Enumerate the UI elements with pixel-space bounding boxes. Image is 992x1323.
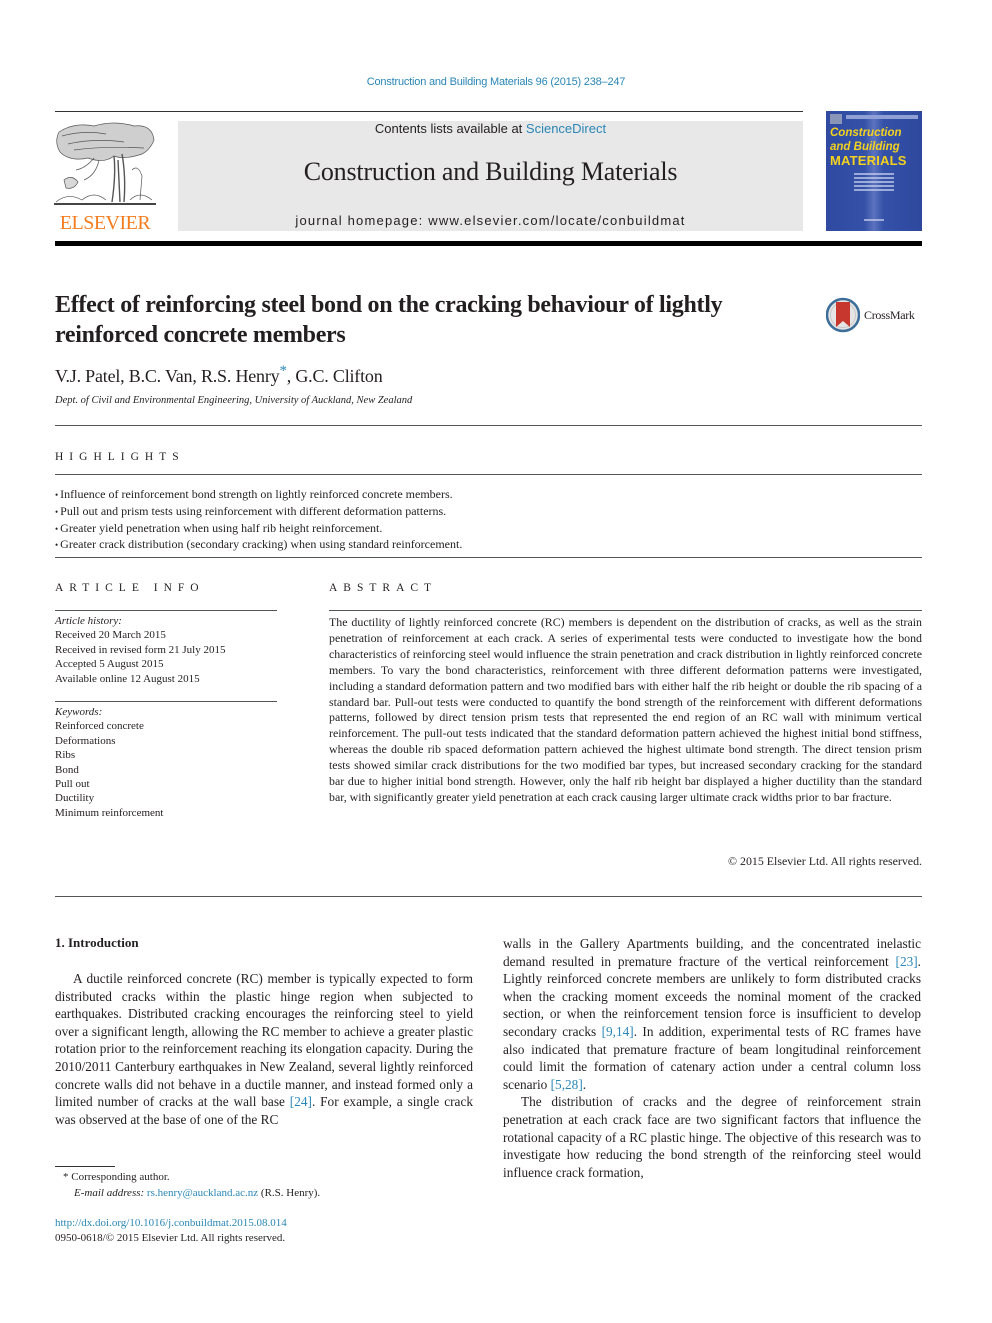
affiliation-divider — [55, 425, 922, 426]
keyword-item: Bond — [55, 763, 79, 776]
body-text: . — [582, 1076, 587, 1092]
highlights-heading: HIGHLIGHTS — [55, 451, 185, 463]
cover-text-lines — [854, 173, 894, 193]
abstract-text: The ductility of lightly reinforced conc… — [329, 615, 922, 804]
cover-publisher-logo-icon — [830, 114, 842, 124]
footnote-marker: * — [63, 1171, 69, 1183]
sciencedirect-link[interactable]: ScienceDirect — [526, 121, 606, 136]
email-link[interactable]: rs.henry@auckland.ac.nz — [147, 1187, 258, 1199]
issn-copyright: 0950-0618/© 2015 Elsevier Ltd. All right… — [55, 1231, 286, 1244]
article-info-divider — [55, 610, 277, 611]
keywords-divider — [55, 701, 277, 702]
keyword-item: Minimum reinforcement — [55, 806, 164, 819]
highlights-list: Influence of reinforcement bond strength… — [55, 487, 922, 554]
contents-prefix: Contents lists available at — [374, 121, 526, 136]
article-history-label: Article history: — [55, 615, 122, 627]
crossmark-button[interactable]: CrossMark — [826, 297, 926, 333]
corresponding-author-note: * Corresponding author. — [55, 1170, 485, 1186]
doi-link[interactable]: http://dx.doi.org/10.1016/j.conbuildmat.… — [55, 1217, 287, 1229]
author-list: V.J. Patel, B.C. Van, R.S. Henry*, G.C. … — [55, 363, 383, 387]
authors-text-after[interactable]: , G.C. Clifton — [287, 366, 383, 386]
authors-text[interactable]: V.J. Patel, B.C. Van, R.S. Henry — [55, 366, 280, 386]
cover-strip — [846, 115, 918, 119]
abstract-copyright: © 2015 Elsevier Ltd. All rights reserved… — [728, 854, 922, 868]
keywords-label: Keywords: — [55, 706, 103, 718]
cover-title-line: and Building — [830, 141, 900, 153]
cover-title-line: MATERIALS — [830, 153, 907, 168]
top-divider — [55, 111, 803, 112]
keyword-item: Ribs — [55, 749, 76, 762]
keyword-item: Deformations — [55, 734, 116, 747]
highlight-item: Greater yield penetration when using hal… — [55, 521, 922, 538]
elsevier-wordmark: ELSEVIER — [59, 212, 151, 234]
journal-homepage-link[interactable]: journal homepage: www.elsevier.com/locat… — [178, 213, 803, 228]
highlight-item: Greater crack distribution (secondary cr… — [55, 537, 922, 554]
keyword-item: Ductility — [55, 792, 95, 805]
highlight-item: Pull out and prism tests using reinforce… — [55, 504, 922, 521]
keywords-list: Keywords: Reinforced concrete Deformatio… — [55, 705, 277, 820]
citation-link[interactable]: [5,28] — [551, 1077, 583, 1092]
body-column-right: walls in the Gallery Apartments building… — [503, 935, 921, 1181]
citation-link[interactable]: [24] — [290, 1094, 312, 1109]
body-text: walls in the Gallery Apartments building… — [503, 936, 921, 969]
article-title: Effect of reinforcing steel bond on the … — [55, 292, 723, 348]
header-thick-divider — [55, 241, 922, 246]
journal-title: Construction and Building Materials — [303, 157, 678, 186]
email-suffix: (R.S. Henry). — [258, 1186, 321, 1199]
abstract-divider — [329, 610, 922, 611]
highlight-item: Influence of reinforcement bond strength… — [55, 487, 922, 504]
body-paragraph: The distribution of cracks and the degre… — [503, 1094, 921, 1180]
body-column-left: A ductile reinforced concrete (RC) membe… — [55, 970, 473, 1128]
introduction-heading: 1. Introduction — [55, 935, 139, 950]
abstract-heading: ABSTRACT — [329, 582, 438, 594]
email-note: E-mail address: rs.henry@auckland.ac.nz … — [55, 1186, 485, 1202]
journal-cover-thumbnail[interactable]: Construction and Building MATERIALS — [826, 111, 922, 231]
keyword-item: Reinforced concrete — [55, 720, 144, 733]
history-entry: Accepted 5 August 2015 — [55, 658, 164, 671]
journal-masthead: Contents lists available at ScienceDirec… — [178, 121, 803, 231]
history-entry: Available online 12 August 2015 — [55, 672, 200, 685]
doi-block: http://dx.doi.org/10.1016/j.conbuildmat.… — [55, 1216, 287, 1245]
citation-link[interactable]: [9,14] — [602, 1024, 634, 1039]
elsevier-tree-icon — [54, 122, 156, 205]
author-affiliation: Dept. of Civil and Environmental Enginee… — [55, 395, 413, 406]
elsevier-logo[interactable]: ELSEVIER — [54, 120, 156, 234]
corresponding-author-marker[interactable]: * — [279, 363, 287, 379]
cover-footer-line — [864, 219, 884, 221]
contents-availability: Contents lists available at ScienceDirec… — [178, 121, 803, 136]
footnote-text: Corresponding author. — [71, 1171, 170, 1183]
body-paragraph: walls in the Gallery Apartments building… — [503, 935, 921, 1093]
body-paragraph: A ductile reinforced concrete (RC) membe… — [55, 970, 473, 1128]
history-entry: Received in revised form 21 July 2015 — [55, 643, 226, 656]
highlights-bottom-divider — [55, 557, 922, 558]
history-entry: Received 20 March 2015 — [55, 629, 166, 642]
abstract-bottom-divider — [55, 896, 922, 897]
keyword-item: Pull out — [55, 778, 90, 791]
footnotes: * Corresponding author. E-mail address: … — [55, 1170, 485, 1201]
cover-title: Construction and Building MATERIALS — [830, 126, 920, 168]
email-label: E-mail address: — [74, 1186, 145, 1199]
footnote-divider — [55, 1166, 115, 1167]
citation-link[interactable]: [23] — [896, 954, 918, 969]
article-info-heading: ARTICLE INFO — [55, 582, 205, 594]
body-text: A ductile reinforced concrete (RC) membe… — [55, 971, 473, 1110]
crossmark-icon — [826, 297, 860, 333]
article-history: Article history: Received 20 March 2015 … — [55, 614, 277, 686]
highlights-top-divider — [55, 474, 922, 475]
journal-reference-link[interactable]: Construction and Building Materials 96 (… — [0, 76, 992, 88]
cover-title-line: Construction — [830, 127, 902, 139]
crossmark-label: CrossMark — [864, 308, 915, 322]
